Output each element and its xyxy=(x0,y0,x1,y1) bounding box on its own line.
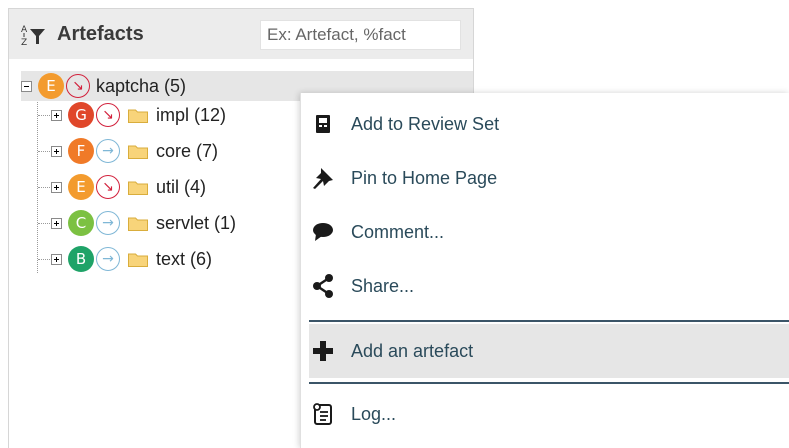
folder-icon xyxy=(128,252,148,267)
menu-item-share[interactable]: Share... xyxy=(309,259,789,313)
menu-separator xyxy=(309,382,789,384)
trend-stable-icon: → xyxy=(96,211,120,235)
tree-node-text[interactable]: B → text (6) xyxy=(51,244,212,274)
share-icon xyxy=(309,272,337,300)
panel-title: Artefacts xyxy=(57,23,144,45)
tree-guide-line xyxy=(38,187,50,188)
expand-toggle-icon[interactable] xyxy=(51,253,62,265)
context-menu: Add to Review Set Pin to Home Page Comme… xyxy=(300,93,789,448)
folder-icon xyxy=(128,144,148,159)
collapse-toggle-icon[interactable] xyxy=(21,80,32,92)
tree-guide-line xyxy=(38,223,50,224)
menu-item-comment[interactable]: Comment... xyxy=(309,205,789,259)
folder-icon xyxy=(128,108,148,123)
grade-badge: F xyxy=(68,138,94,164)
menu-item-pin-to-home-page[interactable]: Pin to Home Page xyxy=(309,151,789,205)
tree-node-label: servlet (1) xyxy=(156,212,237,233)
folder-icon xyxy=(128,216,148,231)
tree-node-label: impl (12) xyxy=(156,104,227,125)
tree-guide-line xyxy=(38,115,50,116)
menu-item-label: Pin to Home Page xyxy=(351,167,498,188)
trend-stable-icon: → xyxy=(96,139,120,163)
tree-node-servlet[interactable]: C → servlet (1) xyxy=(51,208,236,238)
trend-down-icon: ↘ xyxy=(96,175,120,199)
menu-separator xyxy=(309,320,789,322)
tree-node-label: kaptcha (5) xyxy=(96,75,187,96)
artefact-search-input[interactable] xyxy=(260,20,461,50)
folder-icon xyxy=(128,180,148,195)
menu-item-add-an-artefact[interactable]: Add an artefact xyxy=(309,324,789,378)
svg-text:Z: Z xyxy=(21,38,27,47)
trend-stable-icon: → xyxy=(96,247,120,271)
tree-node-core[interactable]: F → core (7) xyxy=(51,136,218,166)
menu-item-add-to-review-set[interactable]: Add to Review Set xyxy=(309,97,789,151)
menu-item-label: Add to Review Set xyxy=(351,113,500,134)
tree-guide-line xyxy=(38,259,50,260)
tree-node-label: text (6) xyxy=(156,248,213,269)
expand-toggle-icon[interactable] xyxy=(51,181,62,193)
trend-down-icon: ↘ xyxy=(66,74,90,98)
review-set-icon xyxy=(309,110,337,138)
tree-guide-line xyxy=(38,151,50,152)
tree-guide-line xyxy=(37,97,38,273)
log-icon xyxy=(309,400,337,428)
sort-filter-icon[interactable]: A Z xyxy=(21,23,47,48)
tree-node-impl[interactable]: G ↘ impl (12) xyxy=(51,100,226,130)
trend-down-icon: ↘ xyxy=(96,103,120,127)
panel-header: A Z Artefacts xyxy=(9,9,473,59)
expand-toggle-icon[interactable] xyxy=(51,217,62,229)
expand-toggle-icon[interactable] xyxy=(51,109,62,121)
comment-icon xyxy=(309,218,337,246)
plus-icon xyxy=(309,337,337,365)
menu-item-label: Log... xyxy=(351,403,397,424)
pin-icon xyxy=(309,164,337,192)
expand-toggle-icon[interactable] xyxy=(51,145,62,157)
menu-item-label: Comment... xyxy=(351,221,445,242)
menu-item-label: Share... xyxy=(351,275,415,296)
tree-node-util[interactable]: E ↘ util (4) xyxy=(51,172,206,202)
tree-node-label: core (7) xyxy=(156,140,219,161)
grade-badge: C xyxy=(68,210,94,236)
menu-item-label: Add an artefact xyxy=(351,340,474,361)
grade-badge: E xyxy=(68,174,94,200)
menu-item-log[interactable]: Log... xyxy=(309,387,789,441)
grade-badge: B xyxy=(68,246,94,272)
tree-node-label: util (4) xyxy=(156,176,207,197)
grade-badge: E xyxy=(38,73,64,99)
grade-badge: G xyxy=(68,102,94,128)
